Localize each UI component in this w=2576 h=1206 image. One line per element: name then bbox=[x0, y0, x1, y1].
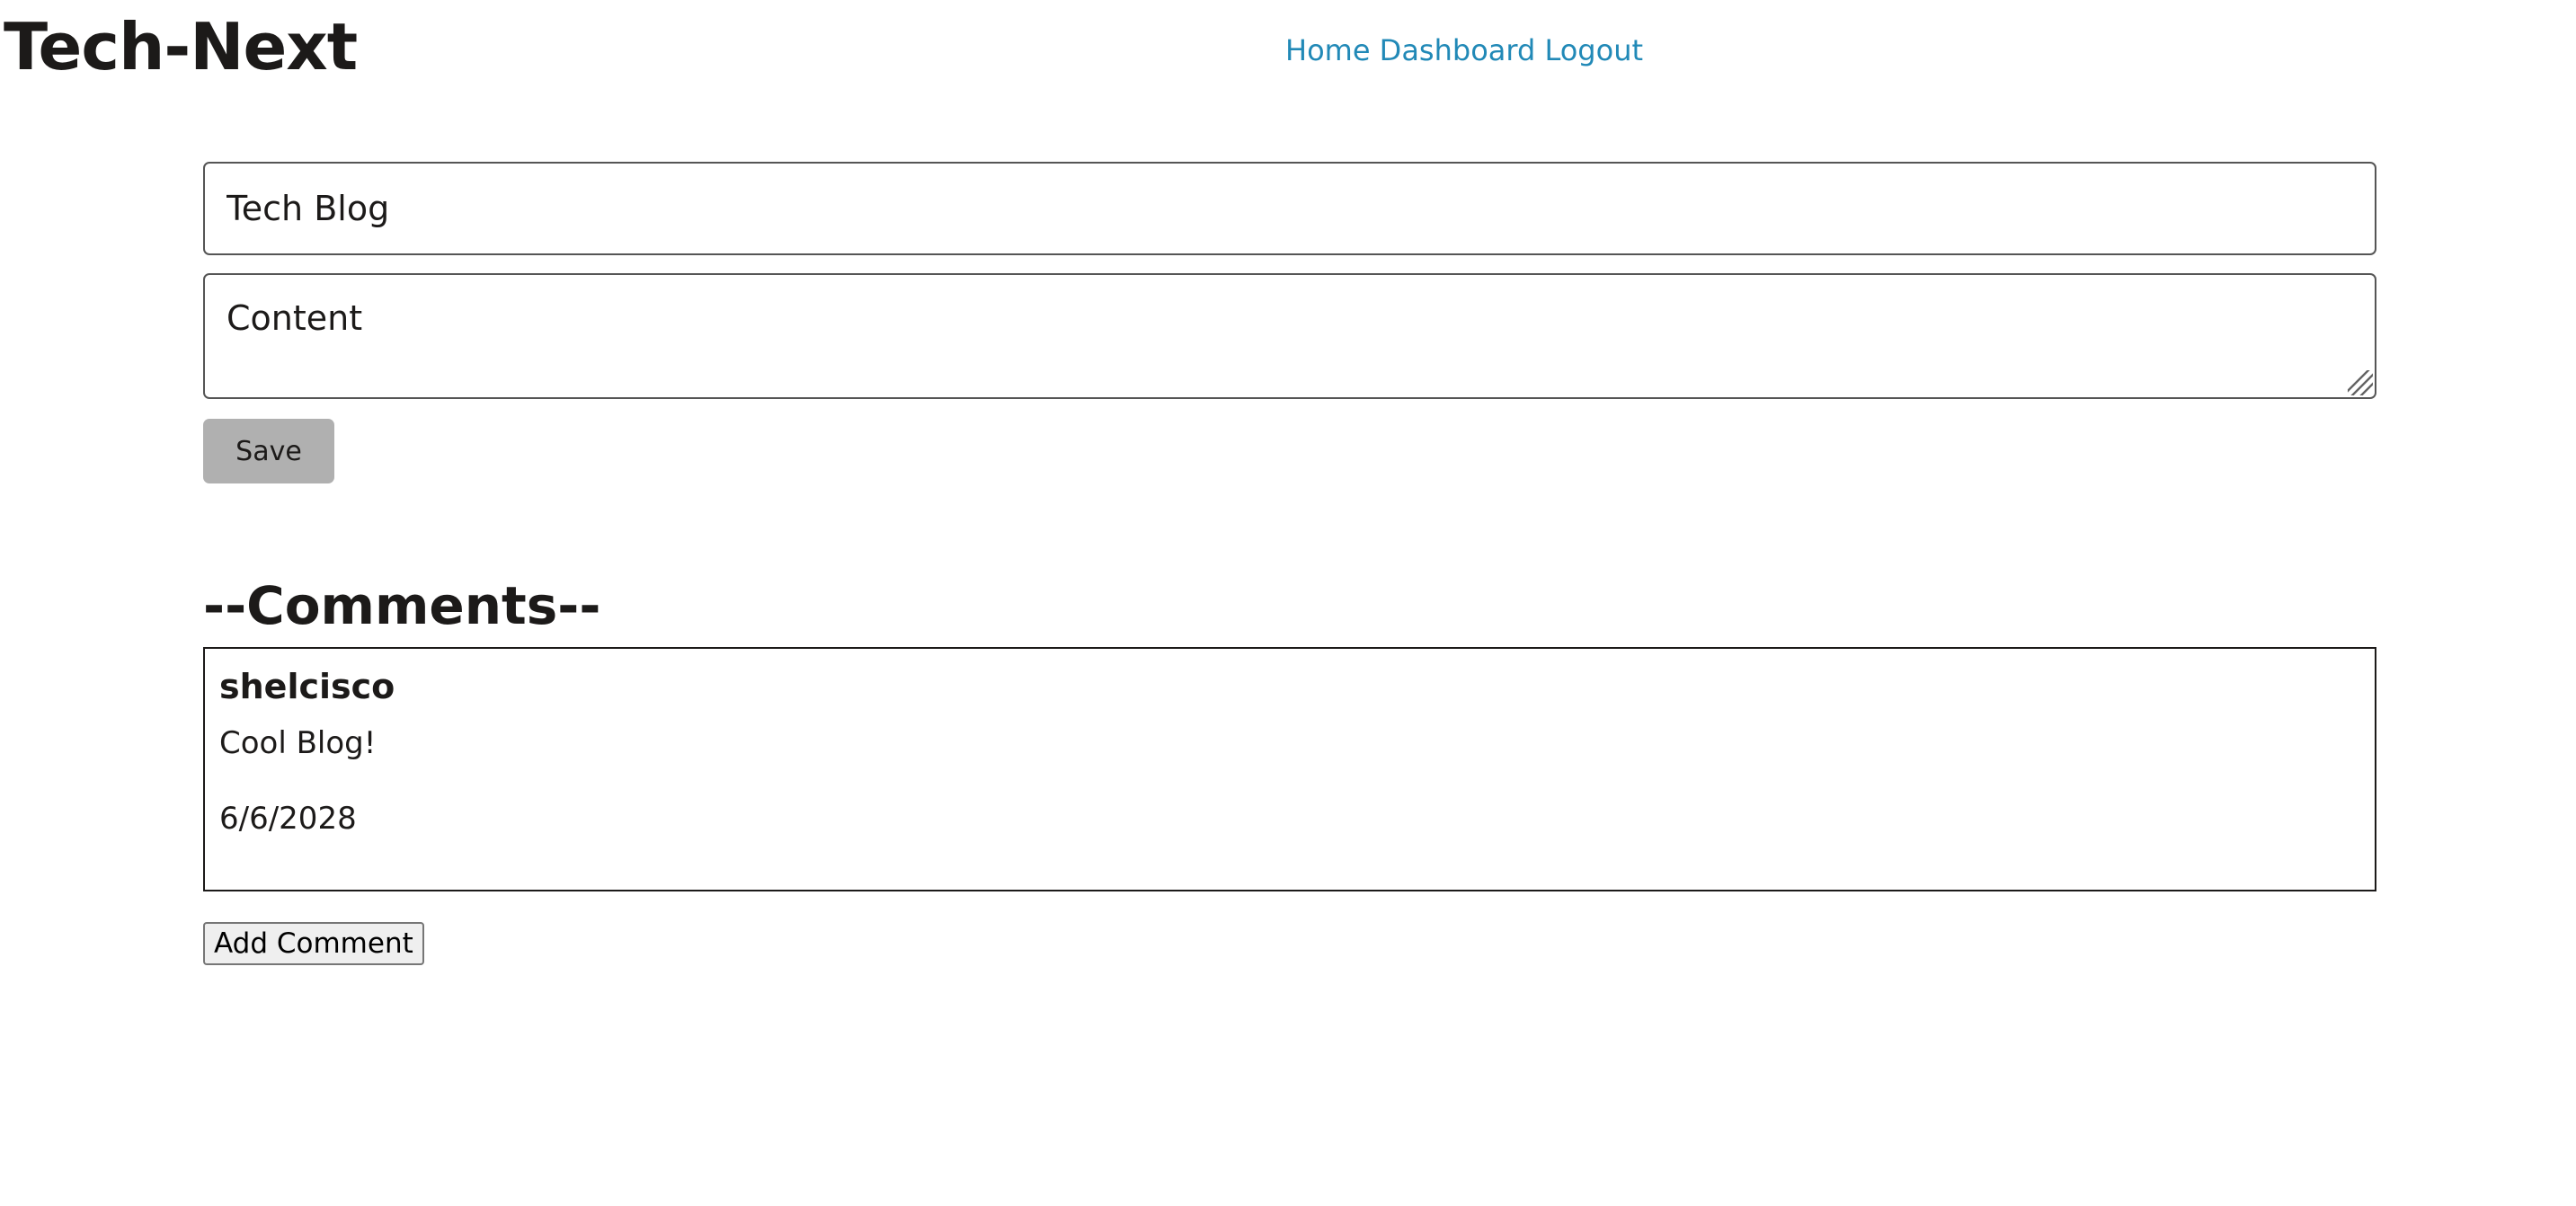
save-button[interactable]: Save bbox=[203, 419, 334, 483]
nav-dashboard-link[interactable]: Dashboard bbox=[1380, 33, 1536, 67]
comment-text: Cool Blog! bbox=[219, 725, 377, 761]
comments-heading: --Comments-- bbox=[203, 575, 601, 636]
main-nav: Home Dashboard Logout bbox=[1285, 31, 1643, 70]
post-content-textarea[interactable]: Content bbox=[203, 273, 2376, 399]
add-comment-button[interactable]: Add Comment bbox=[203, 922, 424, 965]
post-content-wrapper: Content bbox=[203, 273, 2376, 399]
nav-home-link[interactable]: Home bbox=[1285, 33, 1371, 67]
site-title: Tech-Next bbox=[4, 9, 358, 84]
comment-author: shelcisco bbox=[219, 667, 395, 706]
comment-date: 6/6/2028 bbox=[219, 801, 357, 837]
post-editor: Content Save --Comments-- shelcisco Cool… bbox=[203, 162, 2376, 965]
post-title-input[interactable] bbox=[203, 162, 2376, 255]
resize-handle-icon[interactable] bbox=[2348, 370, 2373, 395]
site-header: Tech-Next Home Dashboard Logout bbox=[0, 0, 2576, 99]
nav-logout-link[interactable]: Logout bbox=[1544, 33, 1643, 67]
comment-card: shelcisco Cool Blog! 6/6/2028 bbox=[203, 647, 2376, 891]
